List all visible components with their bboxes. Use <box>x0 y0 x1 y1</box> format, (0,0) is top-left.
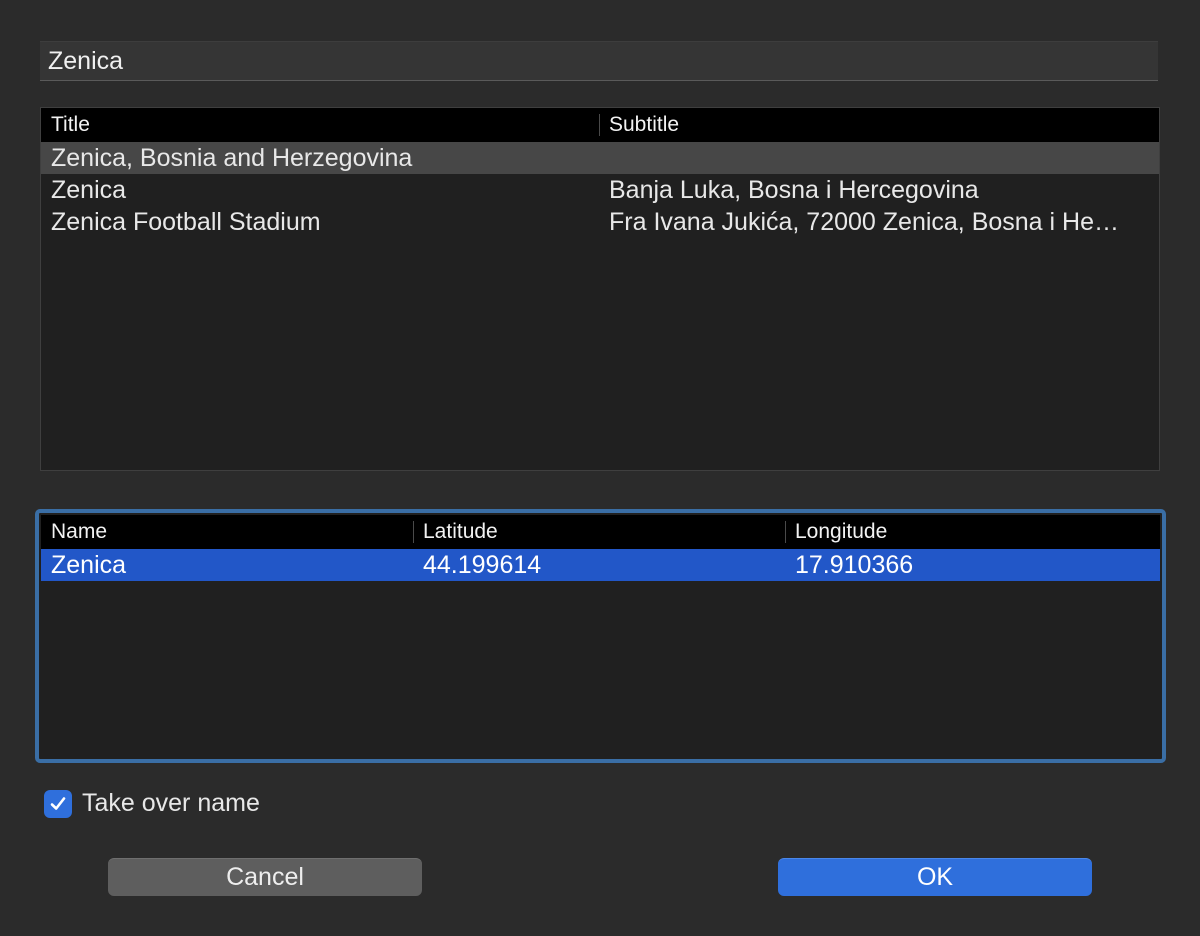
table-row[interactable]: Zenica Banja Luka, Bosna i Hercegovina <box>41 174 1159 206</box>
column-header-longitude[interactable]: Longitude <box>785 515 1160 549</box>
row-name: Zenica <box>51 550 127 579</box>
row-subtitle: Banja Luka, Bosna i Hercegovina <box>609 175 979 204</box>
column-header-name[interactable]: Name <box>41 515 413 549</box>
results-table: Title Subtitle Zenica, Bosnia and Herzeg… <box>40 107 1160 471</box>
results-header: Title Subtitle <box>41 108 1159 142</box>
take-over-name-label[interactable]: Take over name <box>82 789 260 818</box>
coordinates-header: Name Latitude Longitude <box>41 515 1160 549</box>
ok-button[interactable]: OK <box>778 858 1092 896</box>
take-over-name-checkbox[interactable] <box>44 789 72 818</box>
row-title: Zenica Football Stadium <box>51 207 321 236</box>
coordinates-table-focus-ring: Name Latitude Longitude Zenica 44.199614… <box>35 509 1166 763</box>
coordinates-table: Name Latitude Longitude Zenica 44.199614… <box>41 515 1160 757</box>
row-title: Zenica, Bosnia and Herzegovina <box>51 143 413 172</box>
column-header-title[interactable]: Title <box>41 108 599 142</box>
row-subtitle: Fra Ivana Jukića, 72000 Zenica, Bosna i … <box>609 207 1119 236</box>
search-input[interactable] <box>40 41 1158 81</box>
row-latitude: 44.199614 <box>423 550 542 579</box>
column-header-subtitle[interactable]: Subtitle <box>599 108 1159 142</box>
geocode-dialog: Title Subtitle Zenica, Bosnia and Herzeg… <box>0 0 1200 936</box>
cancel-button[interactable]: Cancel <box>108 858 422 896</box>
table-row[interactable]: Zenica, Bosnia and Herzegovina <box>41 142 1159 174</box>
table-row[interactable]: Zenica Football Stadium Fra Ivana Jukića… <box>41 206 1159 238</box>
column-header-latitude[interactable]: Latitude <box>413 515 785 549</box>
table-row[interactable]: Zenica 44.199614 17.910366 <box>41 549 1160 581</box>
take-over-name-option[interactable]: Take over name <box>44 789 260 818</box>
checkmark-icon <box>50 796 66 810</box>
row-longitude: 17.910366 <box>795 550 914 579</box>
row-title: Zenica <box>51 175 127 204</box>
